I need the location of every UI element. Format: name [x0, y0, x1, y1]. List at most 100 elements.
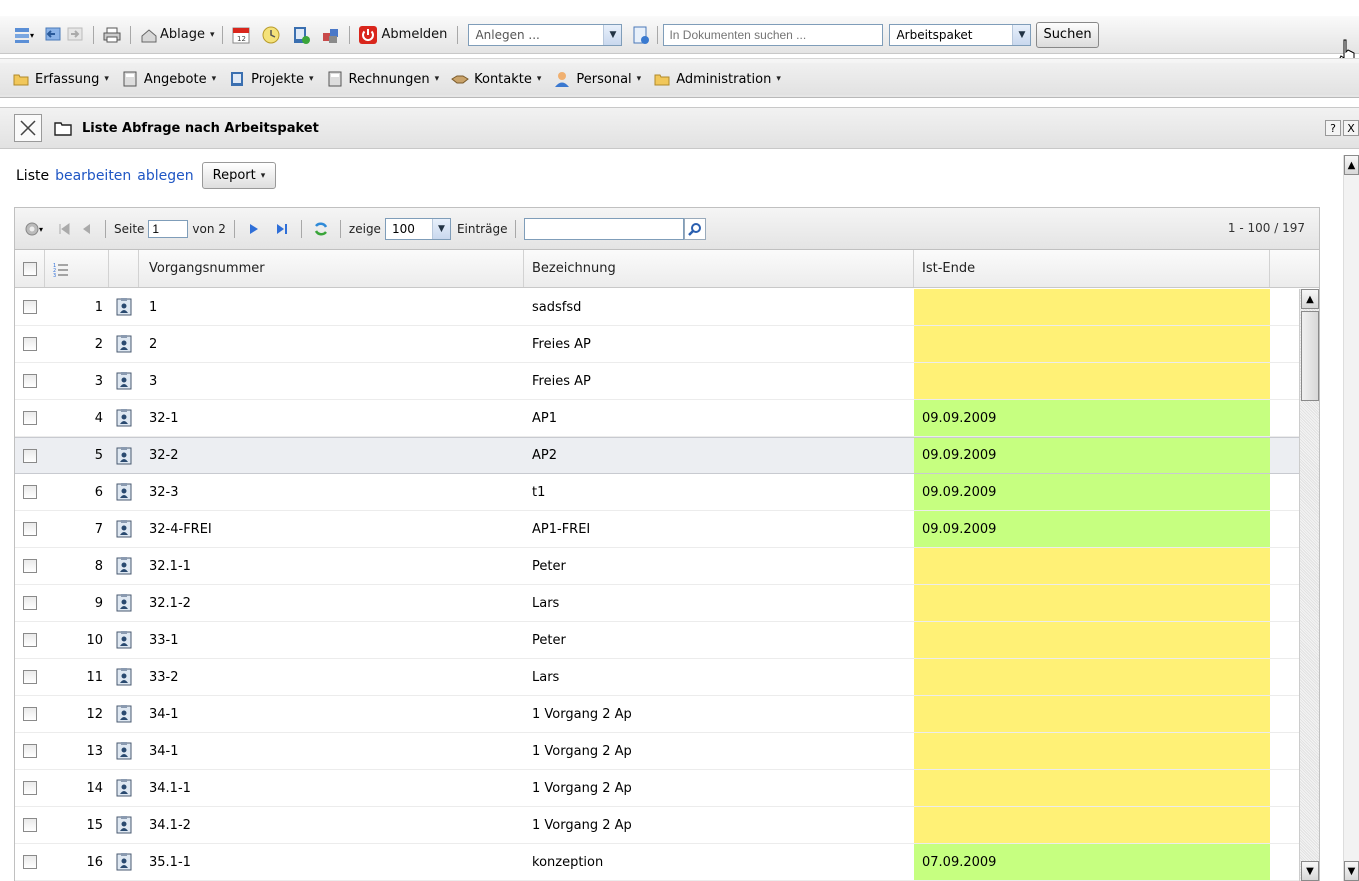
menu-administration[interactable]: Administration ▾: [653, 70, 781, 88]
scroll-thumb[interactable]: [1301, 311, 1319, 401]
new-document-icon[interactable]: [630, 24, 652, 46]
row-checkbox[interactable]: [23, 485, 37, 499]
row-checkbox[interactable]: [23, 522, 37, 536]
column-header-bezeichnung[interactable]: Bezeichnung: [524, 250, 914, 287]
work-package-icon[interactable]: [109, 585, 139, 621]
anlegen-select[interactable]: Anlegen ... ▼: [468, 23, 623, 46]
search-button[interactable]: Suchen: [1036, 21, 1099, 48]
row-checkbox[interactable]: [23, 448, 37, 463]
row-checkbox[interactable]: [23, 337, 37, 351]
scroll-up-arrow-icon[interactable]: ▲: [1301, 289, 1319, 309]
row-checkbox[interactable]: [23, 300, 37, 314]
row-checkbox-cell[interactable]: [15, 770, 45, 806]
row-checkbox-cell[interactable]: [15, 844, 45, 880]
ablage-menu[interactable]: Ablage: [160, 27, 205, 42]
panel-close-button[interactable]: X: [1343, 120, 1359, 136]
row-checkbox[interactable]: [23, 855, 37, 869]
menu-angebote[interactable]: Angebote ▾: [121, 70, 216, 88]
row-checkbox-cell[interactable]: [15, 548, 45, 584]
table-row[interactable]: 1 1 sadsfsd: [15, 289, 1300, 326]
work-package-icon[interactable]: [109, 844, 139, 880]
table-row[interactable]: 15 34.1-2 1 Vorgang 2 Ap: [15, 807, 1300, 844]
work-package-icon[interactable]: [109, 474, 139, 510]
chevron-down-icon[interactable]: ▼: [1012, 24, 1031, 45]
boxes-icon[interactable]: [320, 24, 342, 46]
next-page-icon[interactable]: [243, 218, 265, 240]
row-checkbox[interactable]: [23, 596, 37, 610]
back-icon[interactable]: [42, 24, 64, 46]
clock-icon[interactable]: [260, 24, 282, 46]
work-package-icon[interactable]: [109, 622, 139, 658]
table-row[interactable]: 9 32.1-2 Lars: [15, 585, 1300, 622]
grid-scrollbar[interactable]: ▲ ▼: [1299, 289, 1319, 881]
work-package-icon[interactable]: [109, 289, 139, 325]
help-button[interactable]: ?: [1325, 120, 1341, 136]
work-package-icon[interactable]: [109, 807, 139, 843]
table-row[interactable]: 2 2 Freies AP: [15, 326, 1300, 363]
abmelden-button[interactable]: Abmelden: [382, 27, 448, 42]
row-checkbox-cell[interactable]: [15, 326, 45, 362]
column-header-vorgangsnummer[interactable]: Vorgangsnummer: [139, 250, 524, 287]
page-scrollbar[interactable]: ▲ ▼: [1343, 155, 1359, 881]
row-checkbox-cell[interactable]: [15, 511, 45, 547]
scroll-down-arrow-icon[interactable]: ▼: [1301, 861, 1319, 881]
row-checkbox[interactable]: [23, 670, 37, 684]
row-checkbox-cell[interactable]: [15, 400, 45, 436]
menu-personal[interactable]: Personal ▾: [553, 70, 641, 88]
table-row[interactable]: 16 35.1-1 konzeption 07.09.2009: [15, 844, 1300, 881]
search-type-select[interactable]: Arbeitspaket ▼: [889, 23, 1032, 46]
row-checkbox-cell[interactable]: [15, 289, 45, 325]
scroll-down-arrow-icon[interactable]: ▼: [1344, 861, 1359, 881]
per-page-select[interactable]: 100 ▼: [384, 217, 451, 240]
row-checkbox-cell[interactable]: [15, 363, 45, 399]
row-checkbox[interactable]: [23, 781, 37, 795]
forward-icon[interactable]: [64, 24, 86, 46]
row-checkbox-cell[interactable]: [15, 474, 45, 510]
column-header-ist-ende[interactable]: Ist-Ende: [914, 250, 1270, 287]
table-row[interactable]: 5 32-2 AP2 09.09.2009: [15, 437, 1300, 474]
table-row[interactable]: 8 32.1-1 Peter: [15, 548, 1300, 585]
menu-kontakte[interactable]: Kontakte ▾: [451, 70, 541, 88]
row-checkbox[interactable]: [23, 707, 37, 721]
table-row[interactable]: 4 32-1 AP1 09.09.2009: [15, 400, 1300, 437]
row-checkbox[interactable]: [23, 818, 37, 832]
previous-page-icon[interactable]: [75, 218, 97, 240]
save-list-link[interactable]: ablegen: [137, 168, 193, 184]
table-row[interactable]: 11 33-2 Lars: [15, 659, 1300, 696]
work-package-icon[interactable]: [109, 696, 139, 732]
row-checkbox-cell[interactable]: [15, 696, 45, 732]
row-checkbox-cell[interactable]: [15, 585, 45, 621]
print-icon[interactable]: [101, 24, 123, 46]
document-search-input[interactable]: [663, 23, 884, 46]
work-package-icon[interactable]: [109, 363, 139, 399]
power-icon[interactable]: [357, 24, 379, 46]
work-package-icon[interactable]: [109, 770, 139, 806]
last-page-icon[interactable]: [271, 218, 293, 240]
row-checkbox[interactable]: [23, 559, 37, 573]
table-row[interactable]: 13 34-1 1 Vorgang 2 Ap: [15, 733, 1300, 770]
row-number-header[interactable]: 123: [45, 250, 109, 287]
close-panel-button[interactable]: [14, 114, 42, 142]
calendar-icon[interactable]: 12: [230, 24, 252, 46]
report-button[interactable]: Report ▾: [201, 162, 277, 189]
row-checkbox-cell[interactable]: [15, 622, 45, 658]
row-checkbox[interactable]: [23, 411, 37, 425]
row-checkbox-cell[interactable]: [15, 733, 45, 769]
edit-list-link[interactable]: bearbeiten: [55, 168, 131, 184]
row-checkbox[interactable]: [23, 744, 37, 758]
work-package-icon[interactable]: [109, 659, 139, 695]
row-checkbox[interactable]: [23, 633, 37, 647]
table-row[interactable]: 6 32-3 t1 09.09.2009: [15, 474, 1300, 511]
search-icon[interactable]: [684, 217, 707, 240]
first-page-icon[interactable]: [53, 218, 75, 240]
select-all-checkbox[interactable]: [22, 261, 37, 276]
gear-icon[interactable]: ▾: [23, 218, 45, 240]
table-row[interactable]: 12 34-1 1 Vorgang 2 Ap: [15, 696, 1300, 733]
work-package-icon[interactable]: [109, 548, 139, 584]
scroll-up-arrow-icon[interactable]: ▲: [1344, 155, 1359, 175]
page-input[interactable]: [148, 219, 189, 238]
menu-projekte[interactable]: Projekte ▾: [228, 70, 314, 88]
table-row[interactable]: 7 32-4-FREI AP1-FREI 09.09.2009: [15, 511, 1300, 548]
row-checkbox-cell[interactable]: [15, 807, 45, 843]
table-row[interactable]: 14 34.1-1 1 Vorgang 2 Ap: [15, 770, 1300, 807]
